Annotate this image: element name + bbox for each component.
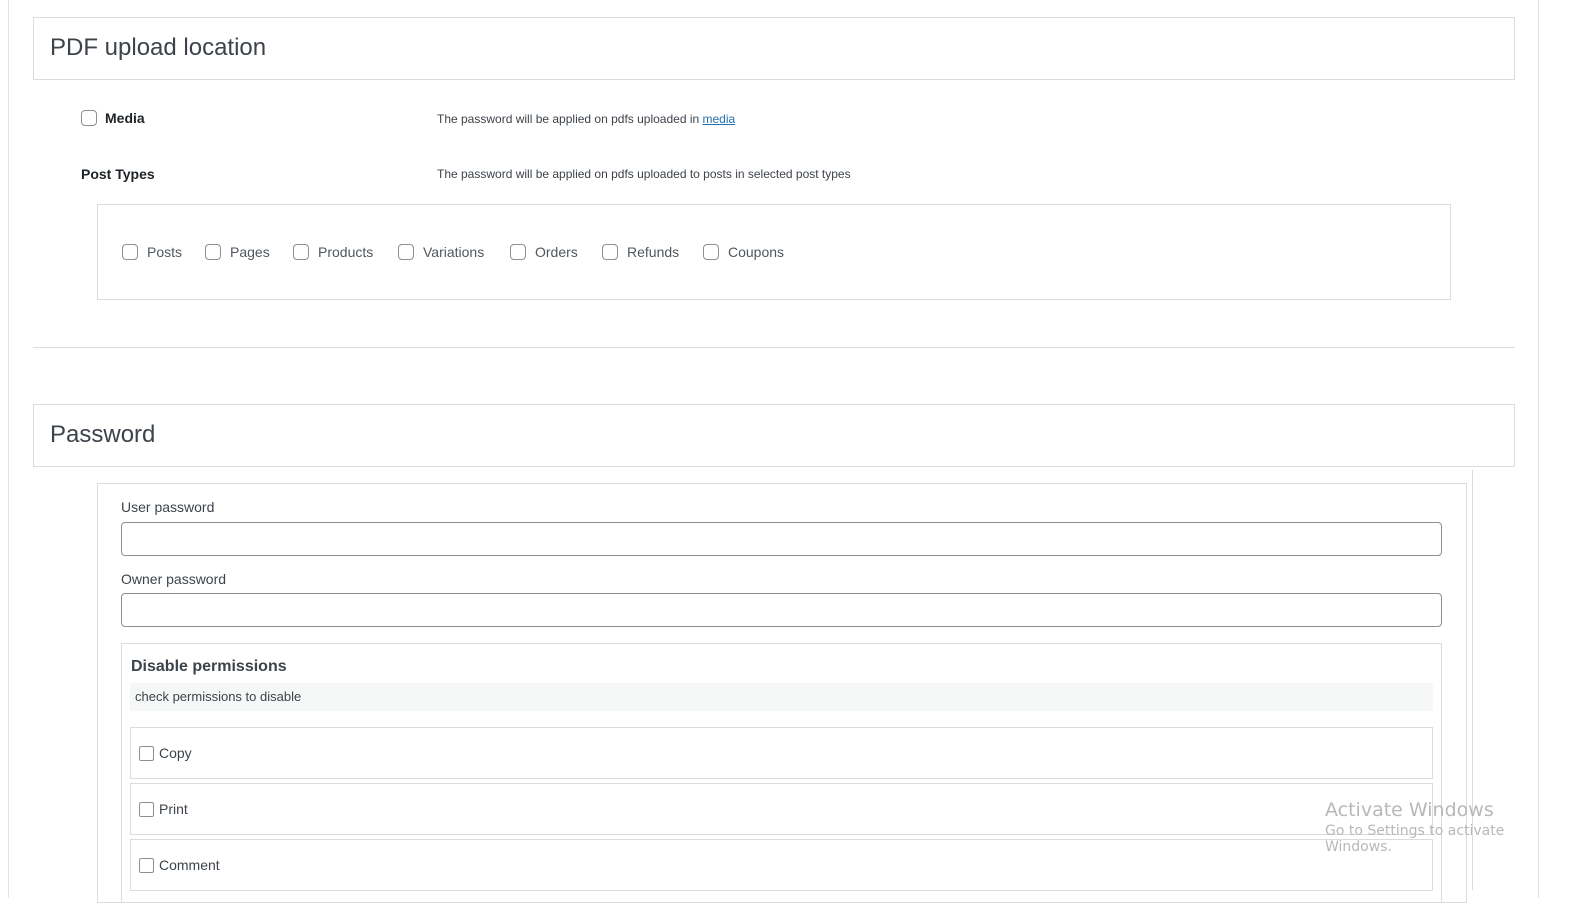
label: Products (318, 244, 374, 260)
label: Refunds (627, 244, 680, 260)
post-type-variations[interactable]: Variations (398, 244, 484, 260)
post-type-pages[interactable]: Pages (205, 244, 270, 260)
media-link[interactable]: media (703, 112, 736, 126)
pdf-upload-location-header: PDF upload location (33, 17, 1515, 80)
label: Posts (147, 244, 183, 260)
post-type-coupons[interactable]: Coupons (703, 244, 784, 260)
owner-password-input[interactable] (121, 593, 1442, 627)
user-password-input[interactable] (121, 522, 1442, 556)
disable-permissions-box: Disable permissions check permissions to… (121, 643, 1442, 903)
post-type-products[interactable]: Products (293, 244, 373, 260)
checkbox[interactable] (398, 244, 414, 260)
section-title: PDF upload location (50, 34, 267, 61)
label: Variations (423, 244, 485, 260)
permission-print[interactable]: Print (130, 783, 1433, 835)
watermark-title: Activate Windows (1325, 799, 1494, 821)
watermark-subtitle: Go to Settings to activate Windows. (1325, 823, 1505, 855)
checkbox[interactable] (703, 244, 719, 260)
checkbox[interactable] (205, 244, 221, 260)
label: Copy (159, 745, 192, 761)
permission-copy[interactable]: Copy (130, 727, 1433, 779)
section-divider (33, 347, 1515, 348)
checkbox[interactable] (139, 745, 154, 761)
post-types-description: The password will be applied on pdfs upl… (437, 167, 851, 181)
label: Comment (159, 857, 220, 873)
owner-password-label: Owner password (121, 571, 227, 587)
media-label: Media (105, 110, 145, 126)
checkbox[interactable] (122, 244, 138, 260)
media-checkbox[interactable] (81, 110, 97, 126)
checkbox[interactable] (293, 244, 309, 260)
checkbox[interactable] (602, 244, 618, 260)
checkbox[interactable] (139, 801, 154, 817)
permissions-title: Disable permissions (131, 658, 287, 675)
label: Coupons (728, 244, 785, 260)
permissions-hint: check permissions to disable (130, 683, 1433, 711)
post-types-label: Post Types (81, 166, 155, 182)
media-option[interactable]: Media (81, 110, 145, 126)
permission-comment[interactable]: Comment (130, 839, 1433, 891)
password-header: Password (33, 404, 1515, 467)
media-description: The password will be applied on pdfs upl… (437, 112, 735, 126)
label: Pages (230, 244, 270, 260)
checkbox[interactable] (510, 244, 526, 260)
user-password-label: User password (121, 499, 215, 515)
media-desc-text: The password will be applied on pdfs upl… (437, 112, 703, 126)
post-types-box: Posts Pages Products Variations Orders R… (97, 204, 1451, 300)
label: Orders (535, 244, 578, 260)
activate-windows-watermark: Activate Windows Go to Settings to activ… (1325, 799, 1575, 855)
post-type-posts[interactable]: Posts (122, 244, 182, 260)
post-type-refunds[interactable]: Refunds (602, 244, 679, 260)
label: Print (159, 801, 188, 817)
post-type-orders[interactable]: Orders (510, 244, 578, 260)
checkbox[interactable] (139, 857, 154, 873)
section-title: Password (50, 421, 156, 448)
